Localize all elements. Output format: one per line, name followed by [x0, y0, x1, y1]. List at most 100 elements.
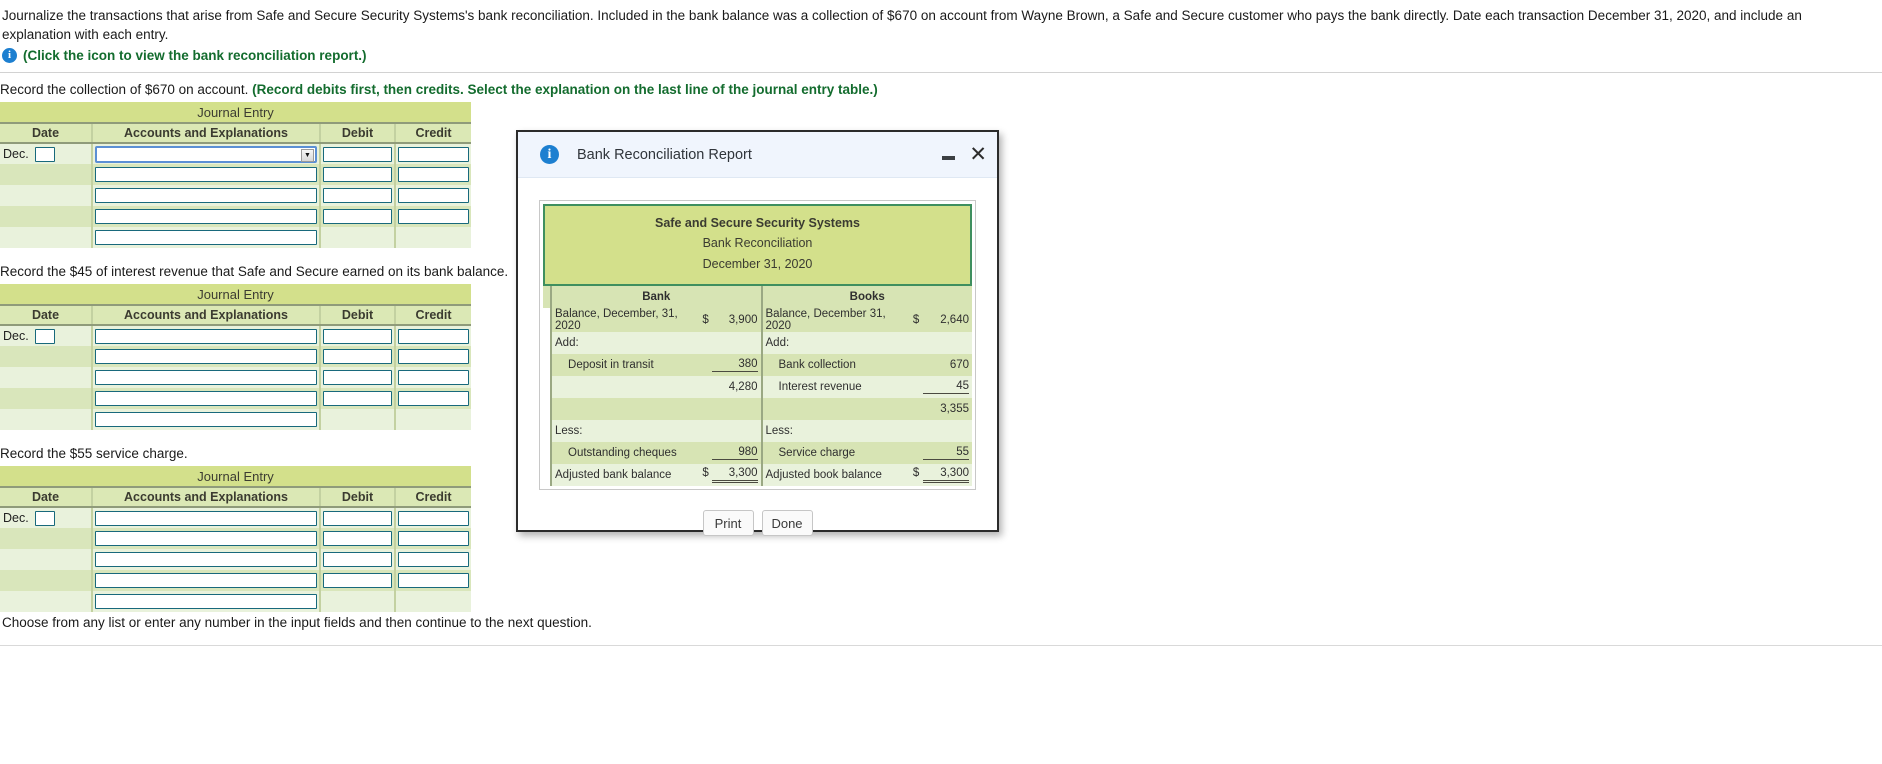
debit-input[interactable]: [323, 146, 392, 162]
section-1-label-plain: Record the collection of $670 on account…: [0, 82, 253, 97]
reconciliation-label: Less:: [551, 420, 700, 442]
account-input[interactable]: [95, 328, 317, 344]
credit-input[interactable]: [398, 573, 470, 588]
date-day-input[interactable]: [34, 510, 55, 526]
section-3-label: Record the $55 service charge.: [0, 446, 471, 461]
account-input[interactable]: [95, 573, 317, 588]
debit-input[interactable]: [323, 391, 392, 406]
header-divider: [0, 72, 1882, 73]
minimize-icon[interactable]: [942, 156, 956, 160]
table-row: Dec.: [0, 325, 472, 346]
debit-cell: [320, 367, 396, 388]
date-cell: [0, 164, 93, 185]
explanation-input[interactable]: [95, 230, 317, 245]
explanation-input[interactable]: [95, 412, 317, 427]
reconciliation-amount: 980: [699, 442, 763, 464]
account-cell: [92, 549, 321, 570]
date-day-input[interactable]: [34, 328, 55, 344]
account-cell: [92, 507, 321, 528]
account-input[interactable]: [95, 391, 317, 406]
table-row: [0, 570, 472, 591]
reconciliation-body: Balance, December, 31, 2020 $3,900 Balance…: [543, 308, 972, 486]
debit-input[interactable]: [323, 328, 392, 344]
credit-input[interactable]: [398, 146, 470, 162]
credit-input[interactable]: [398, 391, 470, 406]
reconciliation-label: Add:: [551, 332, 700, 354]
credit-input[interactable]: [398, 328, 470, 344]
report-statement: Bank Reconciliation: [702, 236, 813, 250]
credit-input[interactable]: [398, 167, 470, 182]
account-select[interactable]: ▼: [95, 145, 317, 163]
debit-input[interactable]: [323, 209, 392, 224]
debit-cell: [320, 528, 396, 549]
credit-input[interactable]: [398, 209, 470, 224]
credit-cell: [395, 227, 472, 248]
credit-input[interactable]: [398, 370, 470, 385]
table-row: [0, 367, 472, 388]
date-day-input[interactable]: [34, 146, 55, 162]
account-input[interactable]: [95, 510, 317, 526]
info-icon[interactable]: i: [2, 48, 17, 63]
section-3-label-plain: Record the $55 service charge.: [0, 446, 188, 461]
debit-input[interactable]: [323, 167, 392, 182]
amount-value: 45: [923, 380, 969, 394]
view-report-hint-label[interactable]: (Click the icon to view the bank reconci…: [23, 48, 367, 63]
view-report-hint[interactable]: i (Click the icon to view the bank recon…: [2, 48, 367, 63]
debit-cell: [320, 206, 396, 227]
account-input[interactable]: [95, 531, 317, 546]
credit-input[interactable]: [398, 510, 470, 526]
credit-input[interactable]: [398, 349, 470, 364]
report-frame: Safe and Secure Security Systems Bank Re…: [539, 200, 976, 490]
debit-input[interactable]: [323, 370, 392, 385]
col-header-debit: Debit: [320, 123, 396, 144]
close-icon[interactable]: ✕: [969, 144, 987, 165]
credit-input[interactable]: [398, 552, 470, 567]
reconciliation-amount: [699, 332, 763, 354]
explanation-input[interactable]: [95, 594, 317, 609]
journal-title-1: Journal Entry: [0, 102, 472, 124]
reconciliation-label: Balance, December, 31, 2020: [551, 308, 700, 332]
debit-input[interactable]: [323, 552, 392, 567]
date-cell: Dec.: [0, 507, 93, 528]
dialog-title-bar: i Bank Reconciliation Report ✕: [518, 132, 997, 178]
reconciliation-label: [551, 398, 700, 420]
account-cell: [92, 185, 321, 206]
date-cell: [0, 227, 93, 248]
account-input[interactable]: [95, 349, 317, 364]
credit-cell: [395, 591, 472, 612]
account-input[interactable]: [95, 370, 317, 385]
account-input[interactable]: [95, 209, 317, 224]
account-input[interactable]: [95, 188, 317, 203]
reconciliation-amount: [699, 420, 763, 442]
table-row: [0, 206, 472, 227]
print-button[interactable]: Print: [702, 510, 754, 536]
amount-value: 3,900: [728, 314, 758, 326]
explanation-cell: [92, 591, 321, 612]
col-header-accounts: Accounts and Explanations: [92, 305, 321, 326]
journal-title-3: Journal Entry: [0, 466, 472, 488]
date-cell: [0, 206, 93, 227]
chevron-down-icon[interactable]: ▼: [301, 148, 314, 162]
debit-input[interactable]: [323, 510, 392, 526]
debit-input[interactable]: [323, 573, 392, 588]
done-button[interactable]: Done: [761, 510, 813, 536]
debit-cell: [320, 227, 396, 248]
account-cell: [92, 570, 321, 591]
journal-section-3: Record the $55 service charge. Journal E…: [0, 446, 472, 612]
credit-cell: [395, 409, 472, 430]
account-input[interactable]: [95, 167, 317, 182]
account-cell: [92, 164, 321, 185]
date-month-label: Dec.: [3, 329, 29, 343]
reconciliation-label: [551, 376, 700, 398]
reconciliation-amount: [909, 420, 972, 442]
debit-input[interactable]: [323, 349, 392, 364]
debit-cell: [320, 388, 396, 409]
debit-cell: [320, 507, 396, 528]
credit-input[interactable]: [398, 531, 470, 546]
gutter-cell: [543, 420, 553, 442]
debit-input[interactable]: [323, 531, 392, 546]
credit-input[interactable]: [398, 188, 470, 203]
debit-input[interactable]: [323, 188, 392, 203]
debit-cell: [320, 143, 396, 164]
account-input[interactable]: [95, 552, 317, 567]
